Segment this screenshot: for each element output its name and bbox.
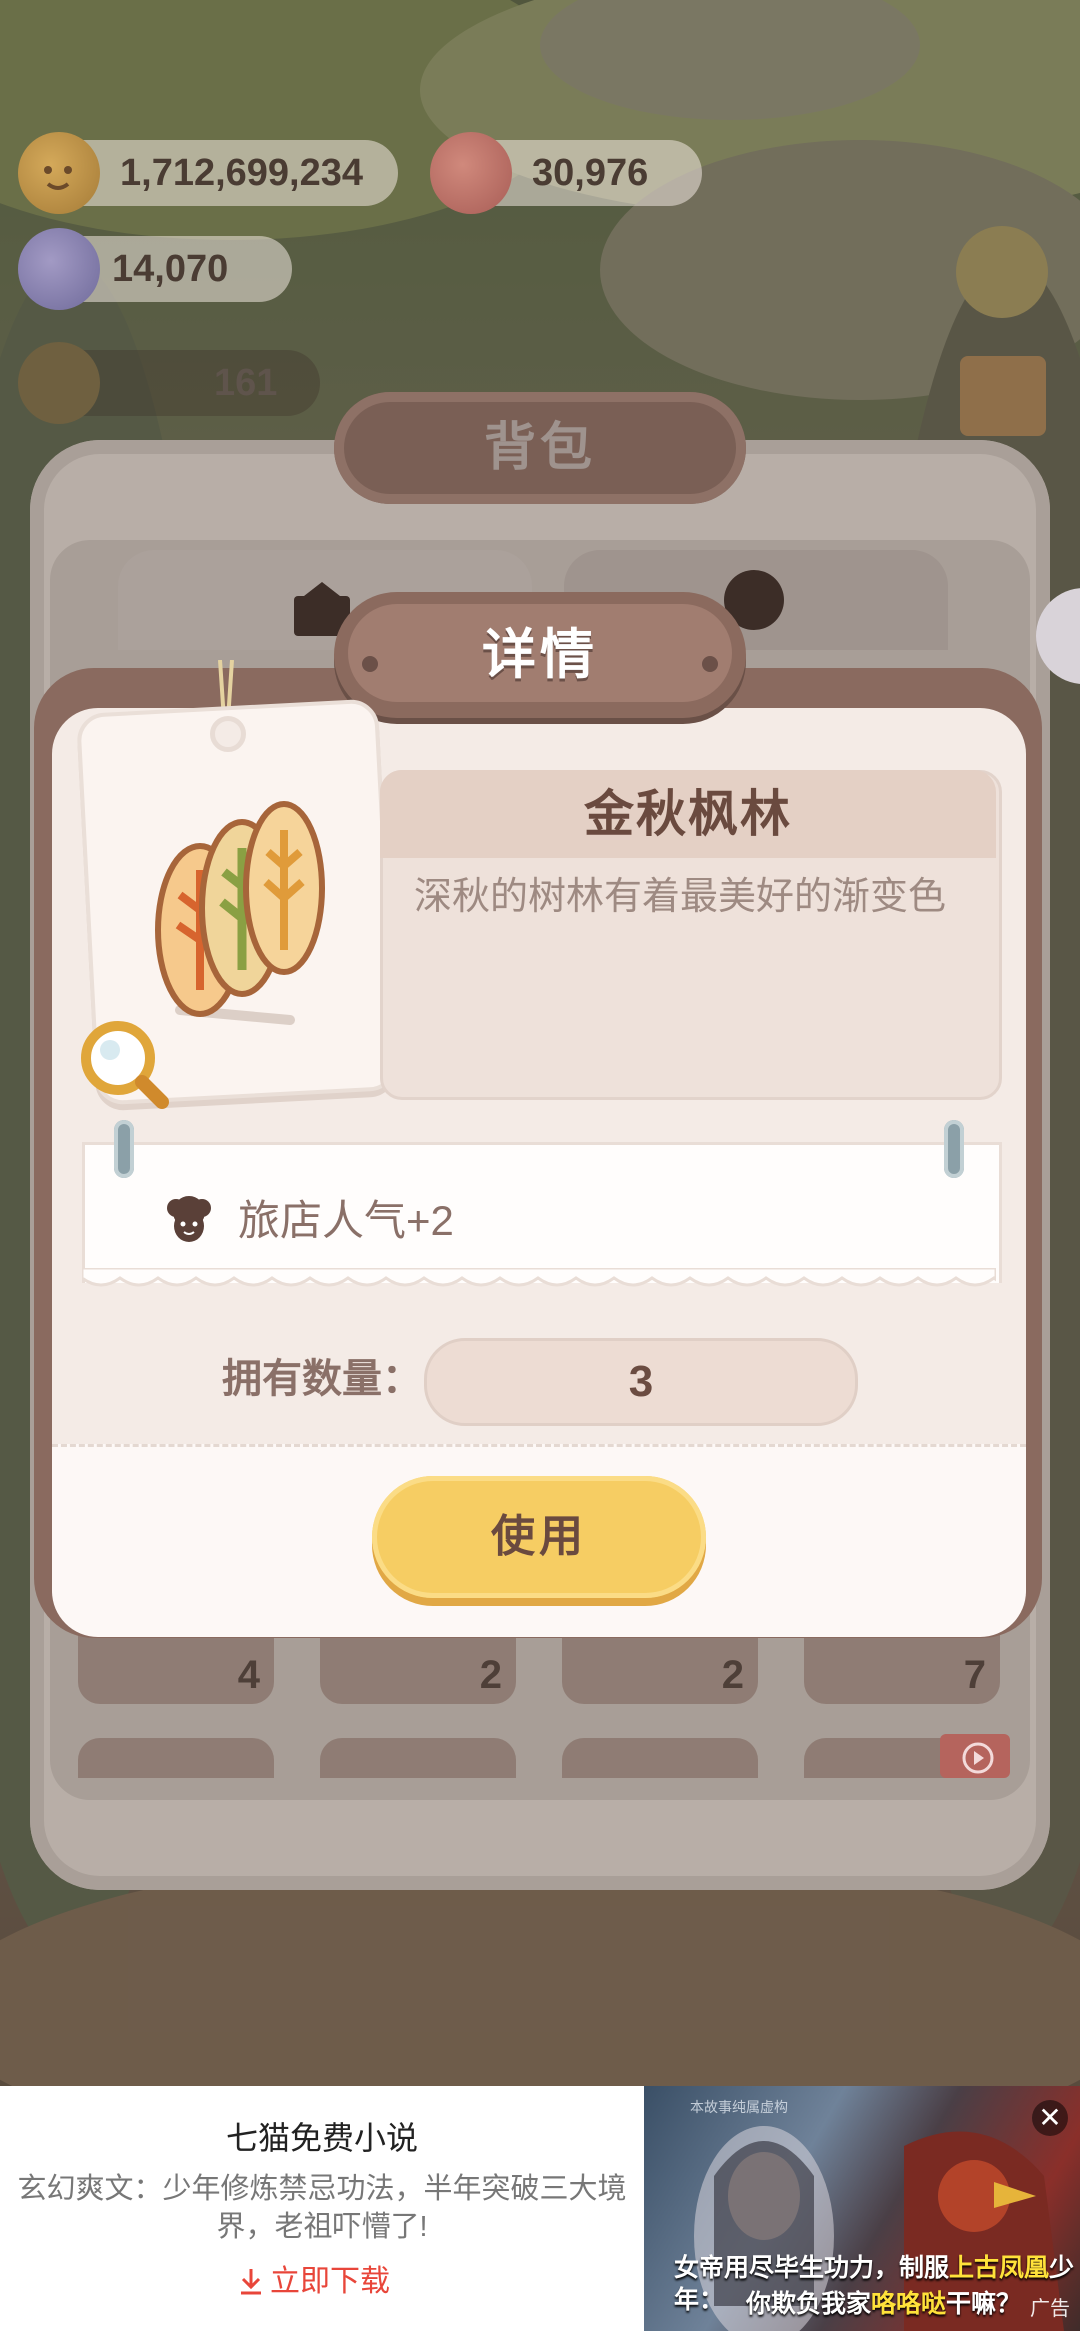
ad-sub-text: 女帝用尽毕生功力，制服: [674, 2254, 950, 2282]
use-button-label[interactable]: 使用: [372, 1476, 706, 1598]
cell-count: 4: [237, 1653, 260, 1697]
close-icon[interactable]: ✕: [1032, 2100, 1068, 2136]
faded-counter: 161: [18, 342, 320, 424]
leaf-item-icon: [155, 801, 325, 1025]
paper-clip: [114, 1120, 134, 1178]
inventory-cell[interactable]: [78, 1738, 274, 1778]
video-icon[interactable]: [940, 1734, 1010, 1778]
coin-value: 1,712,699,234: [120, 152, 364, 194]
ad-badge: 广告: [1030, 2298, 1070, 2320]
ad-app-name[interactable]: 七猫免费小说: [0, 2118, 644, 2158]
backpack-title: 背包: [483, 419, 596, 477]
quantity-value: 3: [628, 1357, 654, 1406]
cell-count: 2: [721, 1653, 744, 1697]
ad-sub-text: 你欺负我家: [746, 2290, 872, 2318]
ad-description[interactable]: 玄幻爽文：少年修炼禁忌功法，半年突破三大境界，老祖吓懵了!: [0, 2170, 644, 2246]
cell-count: 2: [479, 1653, 502, 1697]
wavy-edge: [82, 1268, 996, 1287]
download-icon: [241, 2269, 261, 2295]
heart-value: 30,976: [532, 152, 649, 194]
ad-sub-highlight: 上古凤凰: [949, 2254, 1050, 2282]
tag-hole: [210, 716, 246, 752]
gem-icon: [18, 228, 100, 310]
popularity-icon: [167, 1196, 211, 1242]
sun-icon: [18, 342, 100, 424]
gem-counter[interactable]: 14,070: [18, 228, 292, 310]
coin-counter[interactable]: 1,712,699,234: [18, 132, 398, 214]
ad-download-label: 立即下载: [270, 2265, 390, 2298]
stamp-button[interactable]: [960, 356, 1046, 436]
ad-notice: 本故事纯属虚构: [690, 2099, 788, 2115]
effect-text: 旅店人气+2: [238, 1197, 454, 1244]
heart-counter[interactable]: 30,976: [430, 132, 702, 214]
magnifier-icon[interactable]: [76, 1016, 172, 1112]
heart-cookie-icon: [430, 132, 512, 214]
coin-icon: [18, 132, 100, 214]
details-title: 详情: [482, 625, 598, 685]
item-name: 金秋枫林: [584, 786, 792, 842]
effect-panel: [82, 1142, 1002, 1283]
inventory-cell[interactable]: [562, 1738, 758, 1778]
inventory-cell[interactable]: [320, 1738, 516, 1778]
faded-value: 161: [214, 362, 278, 404]
flower-button[interactable]: [956, 226, 1048, 318]
ad-sub-text: 干嘛？: [946, 2290, 1022, 2318]
quantity-label: 拥有数量：: [222, 1357, 422, 1401]
ad-description-text: 玄幻爽文：少年修炼禁忌功法，半年突破三大境界，老祖吓懵了!: [17, 2173, 627, 2243]
gem-value: 14,070: [112, 248, 229, 290]
paper-clip: [944, 1120, 964, 1178]
item-description: 深秋的树林有着最美好的渐变色: [414, 876, 947, 918]
ad-subtitle-line2: 你欺负我家咯咯哒干嘛？: [746, 2288, 1021, 2320]
cell-count: 7: [963, 1653, 986, 1697]
ad-download-link[interactable]: 立即下载: [238, 2262, 390, 2302]
ad-sub-highlight: 咯咯哒: [871, 2290, 947, 2318]
